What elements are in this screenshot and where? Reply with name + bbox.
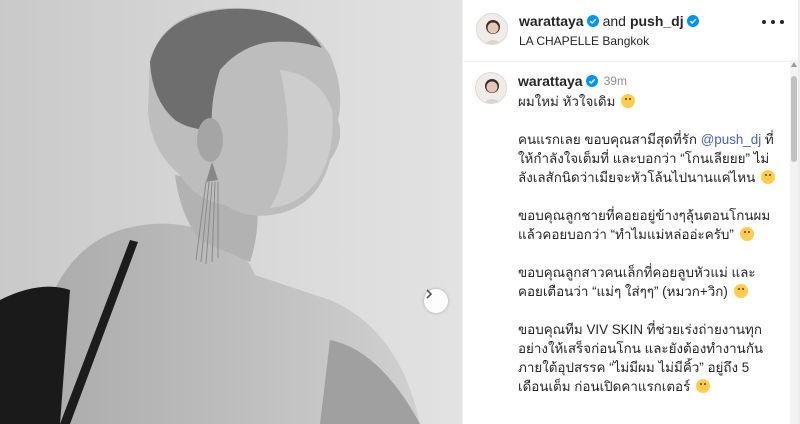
location-link[interactable]: LA CHAPELLE Bangkok <box>519 34 649 48</box>
caption-paragraph: ขอบคุณทีม VIV SKIN ที่ช่วยเร่งถ่ายงานทุก… <box>518 320 776 396</box>
caption-paragraph: คนแรกเลย ขอบคุณสามีสุดที่รัก @push_dj ที… <box>518 130 776 187</box>
caption-line: ขอบคุณลูกชายที่คอยอยู่ข้างๆลุ้นตอนโกนผม … <box>518 208 771 242</box>
caption-line: ขอบคุณลูกสาวคนเล็กที่คอยลูบหัวแม่ และคอย… <box>518 265 756 299</box>
post-header: warattaya and push_dj LA CHAPELLE Bangko… <box>463 0 798 62</box>
face-blowing-kiss-icon <box>760 170 775 184</box>
woman-portrait-photo <box>0 7 420 424</box>
smiling-face-with-hearts-icon <box>696 379 711 393</box>
scrollbar-thumb[interactable] <box>791 76 797 162</box>
verified-badge-icon <box>585 75 598 87</box>
caption-username[interactable]: warattaya <box>518 73 583 89</box>
caption-line: ขอบคุณทีม VIV SKIN ที่ช่วยเร่งถ่ายงานทุก… <box>518 322 764 394</box>
mention-link[interactable]: @push_dj <box>701 132 762 147</box>
chevron-right-icon <box>426 289 433 299</box>
caption-paragraph: ขอบคุณลูกชายที่คอยอยู่ข้างๆลุ้นตอนโกนผม … <box>518 206 776 244</box>
caption-username-row: warattaya 39m <box>518 73 627 89</box>
caption-line: ผมใหม่ หัวใจเดิม <box>518 94 616 109</box>
panel-divider <box>462 0 463 424</box>
header-usernames: warattaya and push_dj <box>519 13 699 29</box>
verified-badge-icon <box>586 15 599 27</box>
caption-line: คนแรกเลย ขอบคุณสามีสุดที่รัก <box>518 132 701 147</box>
scroll-up-arrow-icon[interactable] <box>791 62 797 67</box>
verified-badge-icon <box>686 15 699 27</box>
post-side-panel: warattaya and push_dj LA CHAPELLE Bangko… <box>462 0 800 424</box>
header-username-1[interactable]: warattaya <box>519 13 584 29</box>
avatar-image <box>477 14 507 44</box>
grinning-face-icon <box>621 94 636 108</box>
avatar-image <box>476 73 506 103</box>
caption-text: ผมใหม่ หัวใจเดิม คนแรกเลย ขอบคุณสามีสุดท… <box>518 92 776 415</box>
next-photo-button[interactable] <box>424 289 448 313</box>
post-photo[interactable] <box>0 0 462 424</box>
more-horizontal-icon[interactable] <box>762 20 784 26</box>
caption-paragraph: ผมใหม่ หัวใจเดิม <box>518 92 776 111</box>
beaming-face-icon <box>739 227 754 241</box>
caption-scrollbar[interactable] <box>790 60 798 424</box>
avatar[interactable] <box>476 13 508 45</box>
post-timestamp[interactable]: 39m <box>604 74 627 88</box>
caption-avatar[interactable] <box>475 72 507 104</box>
rolling-laughing-face-icon <box>733 284 748 298</box>
header-and-text: and <box>602 13 626 29</box>
header-username-2[interactable]: push_dj <box>630 13 684 29</box>
caption-paragraph: ขอบคุณลูกสาวคนเล็กที่คอยลูบหัวแม่ และคอย… <box>518 263 776 301</box>
